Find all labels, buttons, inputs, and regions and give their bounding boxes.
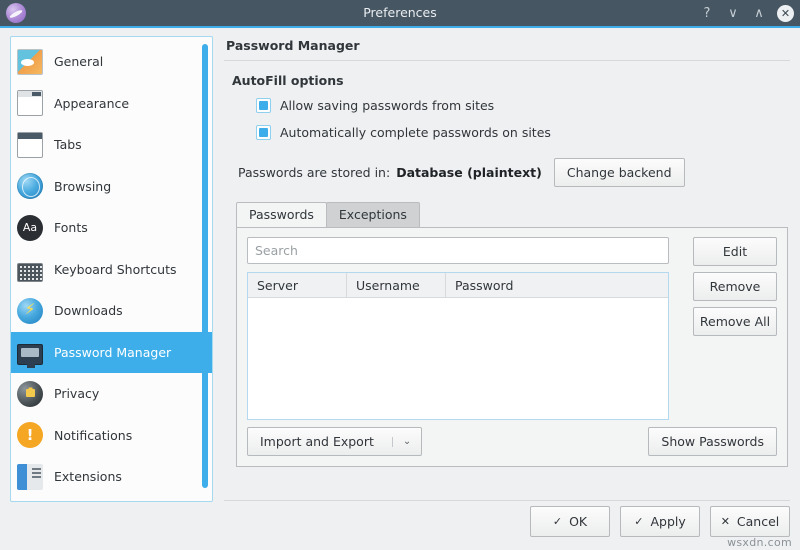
passwords-tabbar: Passwords Exceptions	[236, 202, 790, 227]
footer-divider	[224, 500, 790, 501]
appearance-window-icon	[17, 90, 43, 117]
tab-exceptions[interactable]: Exceptions	[325, 202, 420, 227]
search-input[interactable]	[247, 237, 669, 264]
apply-button[interactable]: ✓ Apply	[620, 506, 700, 537]
close-icon[interactable]: ✕	[777, 4, 794, 22]
sidebar-item-label: Fonts	[54, 220, 88, 236]
general-picture-icon	[17, 48, 43, 75]
autofill-options-heading: AutoFill options	[232, 73, 344, 88]
preferences-window: Preferences ? ∨ ∧ ✕ General Appearance T…	[0, 0, 800, 550]
minimize-icon[interactable]: ∨	[725, 7, 741, 20]
sidebar-item-label: Tabs	[54, 137, 82, 153]
backend-value: Database (plaintext)	[396, 165, 542, 180]
dialog-button-box: ✓ OK ✓ Apply ✕ Cancel	[530, 506, 790, 537]
sidebar-item-label: Notifications	[54, 427, 133, 443]
sidebar-item-label: Appearance	[54, 95, 130, 111]
ok-button[interactable]: ✓ OK	[530, 506, 610, 537]
sidebar-item-label: Password Manager	[54, 344, 172, 360]
remove-button[interactable]: Remove	[693, 272, 777, 301]
maximize-icon[interactable]: ∧	[751, 7, 767, 20]
password-manager-monitor-icon	[17, 343, 43, 368]
change-backend-button[interactable]: Change backend	[553, 158, 685, 187]
check-icon: ✓	[634, 515, 644, 528]
autocomplete-label: Automatically complete passwords on site…	[280, 125, 551, 140]
sidebar-scrollbar-thumb[interactable]	[202, 44, 208, 488]
ok-button-label: OK	[569, 514, 588, 529]
sidebar-item-general[interactable]: General	[11, 41, 212, 83]
import-and-export-button[interactable]: Import and Export ⌄	[247, 427, 423, 456]
column-header-server[interactable]: Server	[248, 273, 347, 297]
allow-saving-label: Allow saving passwords from sites	[280, 98, 495, 113]
sidebar-item-label: Privacy	[54, 386, 100, 402]
cancel-button-label: Cancel	[736, 514, 780, 529]
tab-passwords[interactable]: Passwords	[236, 202, 327, 227]
browsing-globe-icon	[17, 173, 43, 200]
apply-button-label: Apply	[650, 514, 686, 529]
sidebar-item-notifications[interactable]: ! Notifications	[11, 415, 212, 457]
autocomplete-checkbox[interactable]	[256, 125, 271, 140]
backend-prefix-label: Passwords are stored in:	[238, 165, 391, 180]
sidebar-item-label: Browsing	[54, 178, 112, 194]
check-icon: ✓	[552, 515, 563, 528]
window-titlebar: Preferences ? ∨ ∧ ✕	[0, 0, 800, 28]
sidebar-scrollbar[interactable]	[202, 44, 208, 488]
extensions-puzzle-icon	[17, 463, 43, 490]
checkbox-row-allow-saving[interactable]: Allow saving passwords from sites	[256, 98, 790, 113]
allow-saving-checkbox[interactable]	[256, 98, 271, 113]
cancel-button[interactable]: ✕ Cancel	[710, 506, 790, 537]
sidebar-item-keyboard-shortcuts[interactable]: Keyboard Shortcuts	[11, 249, 212, 291]
watermark: wsxdn.com	[727, 536, 792, 549]
sidebar-item-tabs[interactable]: Tabs	[11, 124, 212, 166]
sidebar-item-fonts[interactable]: Aa Fonts	[11, 207, 212, 249]
tabs-window-icon	[17, 131, 43, 158]
sidebar-item-label: General	[54, 54, 104, 70]
privacy-lock-icon	[17, 380, 43, 407]
help-icon[interactable]: ?	[699, 7, 715, 20]
edit-button[interactable]: Edit	[693, 237, 777, 266]
page-title: Password Manager	[226, 38, 360, 53]
sidebar-item-label: Keyboard Shortcuts	[54, 261, 177, 277]
sidebar-item-privacy[interactable]: Privacy	[11, 373, 212, 415]
title-divider	[224, 60, 790, 61]
sidebar-item-label: Extensions	[54, 469, 122, 485]
show-passwords-button[interactable]: Show Passwords	[648, 427, 777, 456]
remove-all-button[interactable]: Remove All	[693, 307, 777, 336]
sidebar-item-extensions[interactable]: Extensions	[11, 456, 212, 498]
passwords-tab-panel: Server Username Password Edit Remove Rem…	[236, 227, 788, 467]
column-header-password[interactable]: Password	[446, 273, 668, 297]
window-title: Preferences	[363, 5, 437, 20]
passwords-table[interactable]: Server Username Password	[247, 272, 669, 420]
table-header-row: Server Username Password	[248, 273, 668, 298]
column-header-username[interactable]: Username	[347, 273, 446, 297]
sidebar-item-browsing[interactable]: Browsing	[11, 166, 212, 208]
notifications-alert-icon: !	[17, 422, 43, 449]
sidebar-item-label: Downloads	[54, 303, 123, 319]
fonts-aa-icon: Aa	[17, 214, 43, 241]
sidebar-item-list: General Appearance Tabs Browsing Aa Font…	[11, 41, 212, 502]
backend-row: Passwords are stored in: Database (plain…	[238, 158, 790, 187]
password-manager-panel: Password Manager AutoFill options Allow …	[224, 36, 790, 496]
checkbox-row-autocomplete[interactable]: Automatically complete passwords on site…	[256, 125, 790, 140]
sidebar-item-spell-check[interactable]: A Spell Check	[11, 498, 212, 502]
keyboard-icon	[17, 262, 43, 282]
chevron-down-icon: ⌄	[391, 436, 411, 447]
table-body-empty[interactable]	[248, 298, 668, 419]
sidebar-item-downloads[interactable]: Downloads	[11, 290, 212, 332]
sidebar-item-password-manager[interactable]: Password Manager	[11, 331, 212, 373]
preferences-sidebar[interactable]: General Appearance Tabs Browsing Aa Font…	[10, 36, 213, 502]
downloads-globe-icon	[17, 297, 43, 324]
window-controls: ? ∨ ∧ ✕	[699, 0, 794, 26]
sidebar-item-appearance[interactable]: Appearance	[11, 83, 212, 125]
close-x-icon: ✕	[720, 515, 730, 528]
import-and-export-label: Import and Export	[260, 434, 374, 449]
